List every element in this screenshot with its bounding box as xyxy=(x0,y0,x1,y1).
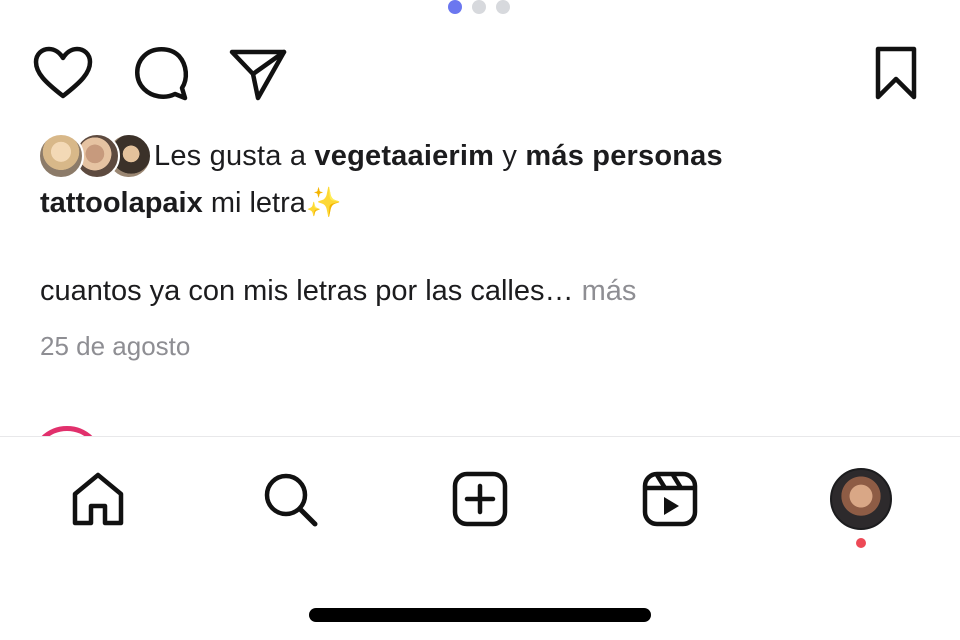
comment-icon xyxy=(135,47,189,101)
create-icon xyxy=(452,471,508,527)
comment-button[interactable] xyxy=(131,43,191,103)
reels-icon xyxy=(642,471,698,527)
likes-connector: y xyxy=(502,139,518,172)
avatar xyxy=(38,133,84,179)
comment-text: cuantos ya con mis letras por las calles… xyxy=(40,275,574,307)
bookmark-icon xyxy=(875,46,917,100)
caption-text: mi letra xyxy=(210,187,306,219)
paper-plane-icon xyxy=(229,49,287,101)
instagram-post-screen: Les gusta a vegetaaierim y más personas … xyxy=(0,0,960,640)
tab-profile[interactable] xyxy=(829,467,893,531)
tab-search[interactable] xyxy=(258,467,322,531)
heart-icon xyxy=(33,46,93,99)
search-icon xyxy=(264,473,318,527)
post-caption: tattoolapaix mi letra✨ xyxy=(40,186,342,220)
liker-username[interactable]: vegetaaierim xyxy=(314,140,494,172)
caption-continuation: cuantos ya con mis letras por las calles… xyxy=(40,275,636,308)
profile-avatar xyxy=(830,468,892,530)
carousel-dot xyxy=(472,0,486,14)
caption-username[interactable]: tattoolapaix xyxy=(40,187,203,219)
sparkles-emoji: ✨ xyxy=(305,187,342,219)
carousel-dot-active xyxy=(448,0,462,14)
likes-text: Les gusta a vegetaaierim y más personas xyxy=(154,140,723,173)
tab-create[interactable] xyxy=(448,467,512,531)
home-icon xyxy=(72,472,124,526)
share-button[interactable] xyxy=(228,43,288,103)
post-date: 25 de agosto xyxy=(40,331,191,361)
more-link[interactable]: más xyxy=(582,275,637,307)
tab-home[interactable] xyxy=(66,467,130,531)
carousel-indicator xyxy=(448,0,510,14)
bottom-tab-bar xyxy=(0,436,960,640)
home-indicator[interactable] xyxy=(309,608,651,622)
profile-notification-dot xyxy=(856,538,866,548)
likes-others-link[interactable]: más personas xyxy=(525,140,722,172)
like-button[interactable] xyxy=(33,43,93,103)
likes-summary: Les gusta a vegetaaierim y más personas xyxy=(38,133,723,179)
save-button[interactable] xyxy=(866,43,926,103)
carousel-dot xyxy=(496,0,510,14)
tab-reels[interactable] xyxy=(638,467,702,531)
likes-prefix: Les gusta a xyxy=(154,139,307,172)
liker-avatars[interactable] xyxy=(38,133,152,179)
